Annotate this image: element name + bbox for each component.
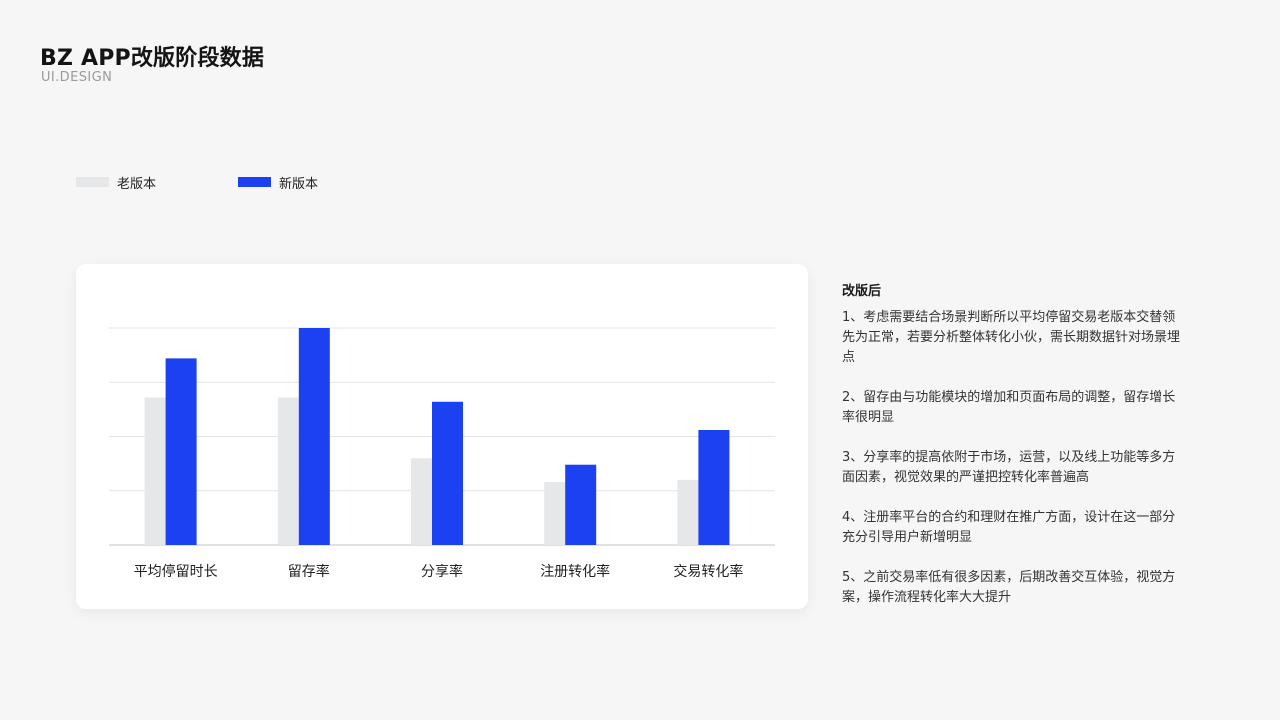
legend-swatch-new-version (238, 177, 271, 187)
x-tick-label-1: 平均停留时长 (134, 563, 218, 580)
legend-item-old-version: 老版本 (76, 172, 156, 192)
bar-old-version-2 (277, 397, 299, 545)
legend-swatch-old-version (76, 177, 109, 187)
legend-label-new-version: 新版本 (279, 176, 319, 192)
legend-label-old-version: 老版本 (117, 176, 157, 192)
bar-new-version-3 (432, 401, 463, 545)
bar-old-version-5 (677, 479, 699, 545)
chart-card: 平均停留时长 留存率 分享率 注册转化率 交易转化率 (76, 264, 808, 609)
bar-old-version-4 (544, 482, 566, 545)
x-tick-label-3: 分享率 (421, 563, 463, 580)
bar-new-version-5 (698, 429, 730, 545)
notes-panel: 改版后 1、考虑需要结合场景判断所以平均停留交易老版本交替领先为正常，若要分析整… (842, 282, 1182, 628)
legend-item-new-version: 新版本 (238, 172, 318, 192)
note-item-5: 5、之前交易率低有很多因素，后期改善交互体验，视觉方案，操作流程转化率大大提升 (842, 570, 1176, 605)
page-subtitle: UI.DESIGN (41, 70, 113, 85)
note-item-1: 1、考虑需要结合场景判断所以平均停留交易老版本交替领先为正常，若要分析整体转化小… (842, 310, 1181, 365)
note-item-3: 3、分享率的提高依附于市场，运营，以及线上功能等多方面因素，视觉效果的严谨把控转… (842, 450, 1176, 485)
note-item-2: 2、留存由与功能模块的增加和页面布局的调整，留存增长率很明显 (842, 390, 1176, 425)
bar-chart: 平均停留时长 留存率 分享率 注册转化率 交易转化率 (109, 327, 775, 580)
x-tick-label-4: 注册转化率 (540, 563, 610, 580)
notes-title: 改版后 (842, 284, 882, 299)
bar-old-version-1 (144, 397, 166, 545)
x-tick-label-2: 留存率 (288, 563, 330, 580)
bar-new-version-4 (565, 464, 597, 545)
bar-new-version-1 (165, 358, 197, 545)
page-title: BZ APP改版阶段数据 (40, 46, 265, 71)
x-tick-label-5: 交易转化率 (673, 563, 743, 580)
note-item-4: 4、注册率平台的合约和理财在推广方面，设计在这一部分充分引导用户新增明显 (842, 510, 1176, 545)
bar-new-version-2 (298, 328, 330, 545)
bar-old-version-3 (411, 458, 432, 545)
